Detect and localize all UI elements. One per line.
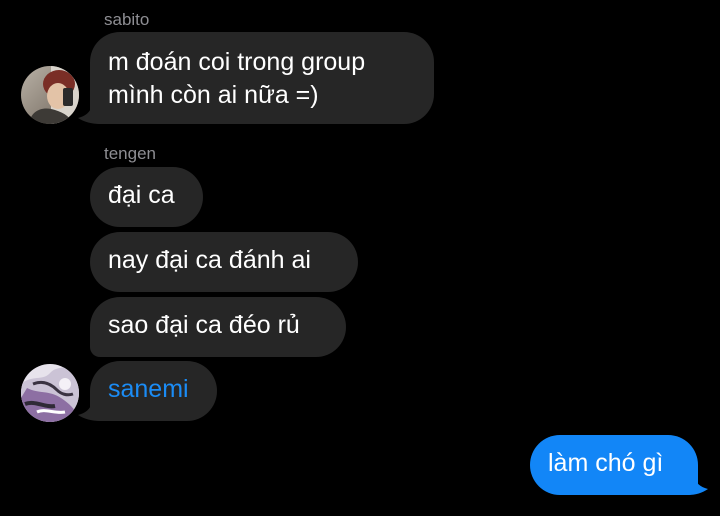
message-bubble-sabito[interactable]: m đoán coi trong group mình còn ai nữa =… (90, 32, 434, 124)
sender-name-tengen: tengen (104, 144, 156, 163)
bubble-tail-icon (688, 477, 708, 495)
message-bubble-tengen-1[interactable]: đại ca (90, 167, 203, 227)
sabito-avatar[interactable] (21, 66, 79, 124)
sanemi-mention-avatar[interactable] (21, 364, 79, 422)
message-bubble-tengen-2[interactable]: nay đại ca đánh ai (90, 232, 358, 292)
mention-bubble-sanemi[interactable]: sanemi (90, 361, 217, 421)
outgoing-message-bubble[interactable]: làm chó gì (530, 435, 698, 495)
sender-name-sabito: sabito (104, 10, 150, 29)
message-bubble-tengen-3[interactable]: sao đại ca đéo rủ (90, 297, 346, 357)
user-avatar-icon (21, 66, 79, 124)
bubble-tail-icon (78, 106, 100, 124)
bubble-tail-icon (78, 403, 100, 421)
user-avatar-icon (21, 364, 79, 422)
